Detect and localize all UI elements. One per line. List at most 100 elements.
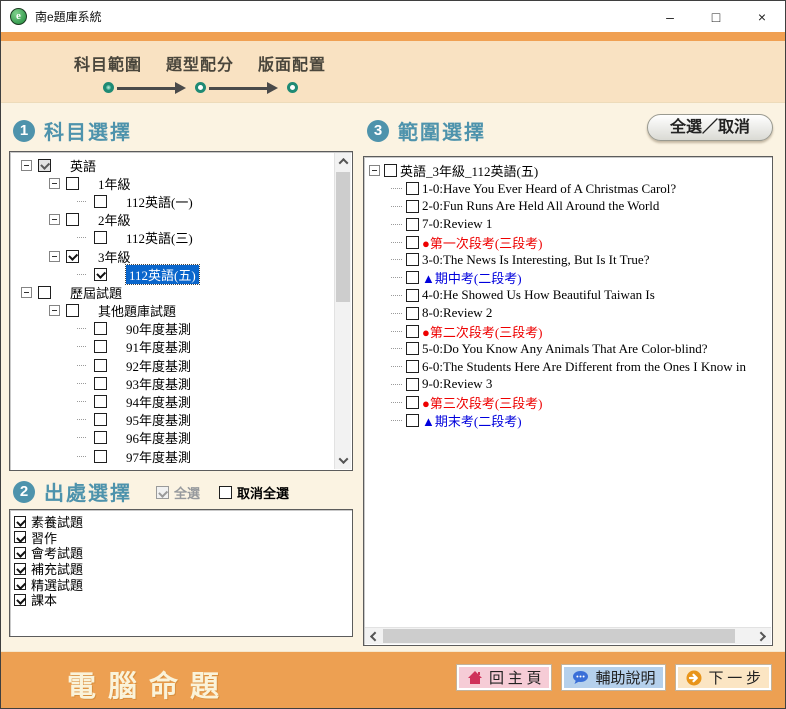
checkbox[interactable] xyxy=(94,322,107,335)
checkbox[interactable] xyxy=(406,378,419,391)
checkbox[interactable] xyxy=(14,531,26,543)
tree-item[interactable]: 90年度基測 xyxy=(11,320,334,338)
checkbox[interactable] xyxy=(406,218,419,231)
tree-item[interactable]: ●第一次段考(三段考) xyxy=(365,233,771,251)
tree-item[interactable]: 英語 xyxy=(11,156,334,174)
collapse-toggle-icon[interactable] xyxy=(49,251,60,262)
tree-item[interactable]: 4-0:He Showed Us How Beautiful Taiwan Is xyxy=(365,287,771,305)
select-toggle-button[interactable]: 全選／取消 xyxy=(647,114,773,141)
checkbox[interactable] xyxy=(66,213,79,226)
tree-item[interactable]: 9-0:Review 3 xyxy=(365,376,771,394)
checkbox[interactable] xyxy=(94,195,107,208)
checkbox[interactable] xyxy=(94,377,107,390)
scroll-up-icon[interactable] xyxy=(335,153,352,170)
tree-item[interactable]: 英語_3年級_112英語(五) xyxy=(365,162,771,180)
tree-item[interactable]: 1年級 xyxy=(11,174,334,192)
list-item[interactable]: 素養試題 xyxy=(14,514,351,530)
checkbox[interactable] xyxy=(406,307,419,320)
tree-item-selected[interactable]: 112英語(五) xyxy=(11,265,334,283)
checkbox[interactable] xyxy=(14,594,26,606)
tree-item[interactable]: 1-0:Have You Ever Heard of A Christmas C… xyxy=(365,180,771,198)
tree-item[interactable]: 95年度基測 xyxy=(11,411,334,429)
checkbox[interactable] xyxy=(94,231,107,244)
collapse-toggle-icon[interactable] xyxy=(369,165,380,176)
checkbox[interactable] xyxy=(94,431,107,444)
checkbox[interactable] xyxy=(406,253,419,266)
tree-item[interactable]: 8-0:Review 2 xyxy=(365,304,771,322)
home-button-label: 回 主 頁 xyxy=(489,667,542,688)
checkbox[interactable] xyxy=(406,342,419,355)
checkbox[interactable] xyxy=(66,177,79,190)
tree-item[interactable]: 96年度基測 xyxy=(11,429,334,447)
collapse-toggle-icon[interactable] xyxy=(21,160,32,171)
minimize-button[interactable]: – xyxy=(647,1,693,32)
tree-item[interactable]: 97年度基測 xyxy=(11,447,334,465)
tree-item[interactable]: 6-0:The Students Here Are Different from… xyxy=(365,358,771,376)
tree-item[interactable]: 94年度基測 xyxy=(11,392,334,410)
tree-item[interactable]: 其他題庫試題 xyxy=(11,302,334,320)
tree-item[interactable]: 112英語(三) xyxy=(11,229,334,247)
checkbox[interactable] xyxy=(406,360,419,373)
tree-item[interactable]: 93年度基測 xyxy=(11,374,334,392)
scrollbar-thumb[interactable] xyxy=(336,172,350,302)
checkbox[interactable] xyxy=(94,413,107,426)
checkbox[interactable] xyxy=(66,304,79,317)
checkbox[interactable] xyxy=(406,289,419,302)
next-button[interactable]: 下 一 步 xyxy=(675,664,772,691)
tree-item[interactable]: ▲期中考(二段考) xyxy=(365,269,771,287)
collapse-toggle-icon[interactable] xyxy=(49,178,60,189)
tree-item[interactable]: 91年度基測 xyxy=(11,338,334,356)
checkbox[interactable] xyxy=(14,563,26,575)
collapse-toggle-icon[interactable] xyxy=(21,287,32,298)
checkbox[interactable] xyxy=(94,359,107,372)
checkbox[interactable] xyxy=(94,395,107,408)
tree-item[interactable]: 2-0:Fun Runs Are Held All Around the Wor… xyxy=(365,198,771,216)
maximize-button[interactable]: □ xyxy=(693,1,739,32)
deselect-all-checkbox[interactable]: 取消全選 xyxy=(219,483,289,502)
tree-item[interactable]: ●第三次段考(三段考) xyxy=(365,393,771,411)
checkbox[interactable] xyxy=(406,414,419,427)
checkbox[interactable] xyxy=(38,159,51,172)
scroll-left-icon[interactable] xyxy=(365,628,382,645)
list-item[interactable]: 精選試題 xyxy=(14,576,351,592)
tree-guide xyxy=(391,402,402,403)
close-button[interactable]: × xyxy=(739,1,785,32)
checkbox[interactable] xyxy=(14,547,26,559)
list-item[interactable]: 課本 xyxy=(14,592,351,608)
collapse-toggle-icon[interactable] xyxy=(49,305,60,316)
checkbox[interactable] xyxy=(94,450,107,463)
checkbox[interactable] xyxy=(66,250,79,263)
checkbox[interactable] xyxy=(38,286,51,299)
checkbox[interactable] xyxy=(406,200,419,213)
source-list: 素養試題 習作 會考試題 補充試題 精選試題 課本 xyxy=(9,509,353,637)
home-button[interactable]: 回 主 頁 xyxy=(456,664,553,691)
checkbox[interactable] xyxy=(406,236,419,249)
tree-item[interactable]: 7-0:Review 1 xyxy=(365,215,771,233)
scrollbar-thumb[interactable] xyxy=(383,629,735,643)
checkbox[interactable] xyxy=(406,271,419,284)
checkbox[interactable] xyxy=(406,396,419,409)
tree-item[interactable]: 2年級 xyxy=(11,211,334,229)
checkbox[interactable] xyxy=(406,325,419,338)
checkbox[interactable] xyxy=(94,268,107,281)
checkbox[interactable] xyxy=(14,516,26,528)
tree-item[interactable]: 3年級 xyxy=(11,247,334,265)
tree-item[interactable]: 3-0:The News Is Interesting, But Is It T… xyxy=(365,251,771,269)
checkbox[interactable] xyxy=(384,164,397,177)
collapse-toggle-icon[interactable] xyxy=(49,214,60,225)
help-button[interactable]: 輔助說明 xyxy=(561,664,666,691)
scroll-down-icon[interactable] xyxy=(335,452,352,469)
tree-item[interactable]: 112英語(一) xyxy=(11,192,334,210)
checkbox[interactable] xyxy=(406,182,419,195)
scroll-right-icon[interactable] xyxy=(754,628,771,645)
horizontal-scrollbar[interactable] xyxy=(365,627,771,644)
tree-item[interactable]: 5-0:Do You Know Any Animals That Are Col… xyxy=(365,340,771,358)
tree-item[interactable]: ●第二次段考(三段考) xyxy=(365,322,771,340)
tree-item[interactable]: 92年度基測 xyxy=(11,356,334,374)
tree-item[interactable]: 歷屆試題 xyxy=(11,283,334,301)
tree-item[interactable]: ▲期末考(二段考) xyxy=(365,411,771,429)
checkbox[interactable] xyxy=(94,340,107,353)
checkbox[interactable] xyxy=(14,578,26,590)
checkbox[interactable] xyxy=(219,486,232,499)
vertical-scrollbar[interactable] xyxy=(334,153,351,469)
